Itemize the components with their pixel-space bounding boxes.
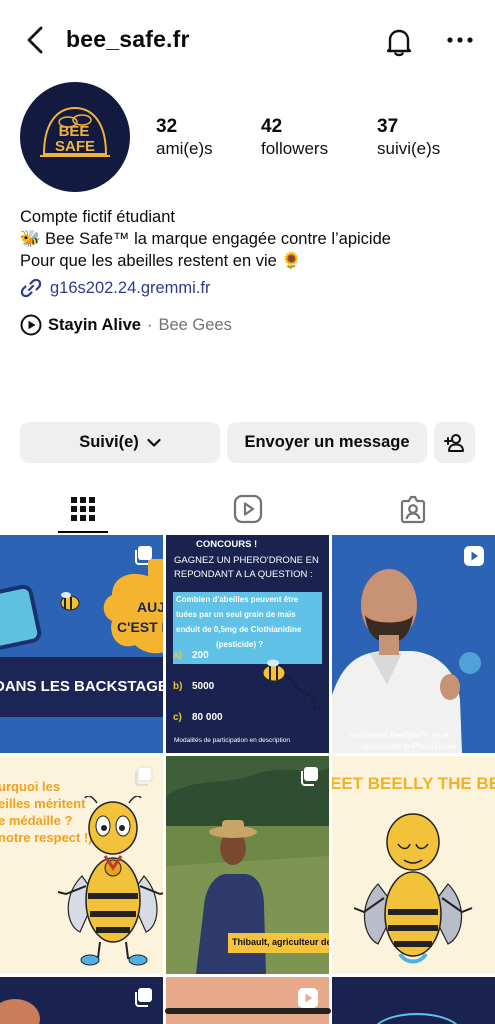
beelly-illustration — [353, 813, 473, 964]
post-tile[interactable]: Thibault, agriculteur depuis — [166, 756, 329, 974]
stat-followers[interactable]: 42 followers — [261, 116, 328, 160]
bee-illustration — [262, 659, 316, 712]
post-2-box1: Combien d'abeilles peuvent être — [176, 595, 299, 604]
reel-icon — [298, 988, 318, 1008]
home-indicator — [165, 1008, 331, 1014]
post-tile[interactable] — [0, 977, 163, 1024]
stat-following-value: 37 — [377, 116, 399, 137]
carousel-icon — [301, 767, 318, 786]
add-user-icon — [443, 433, 464, 452]
logo-text-bottom: SAFE — [55, 138, 95, 155]
tagged-icon — [400, 495, 425, 524]
following-button[interactable]: Suivi(e) — [20, 422, 220, 463]
following-button-label: Suivi(e) — [79, 433, 139, 451]
post-3-person — [332, 569, 481, 753]
tab-tagged[interactable] — [330, 484, 495, 534]
beelly-medal-illustration — [57, 796, 163, 966]
profile-music[interactable]: Stayin Alive · Bee Gees — [20, 313, 232, 337]
bell-icon — [386, 29, 412, 57]
post-2-title: CONCOURS ! — [196, 539, 258, 550]
carousel-icon — [135, 988, 152, 1007]
send-message-label: Envoyer un message — [244, 433, 410, 451]
post-6-title: EET BEELLY THE BE — [332, 774, 495, 793]
more-options-button[interactable] — [444, 26, 476, 54]
chevron-left-icon — [27, 26, 43, 54]
post-2-box3: enduit de 0,5mg de Clothianidine — [176, 625, 302, 634]
stat-friends-label: ami(e)s — [156, 139, 213, 158]
profile-tabs — [0, 484, 495, 534]
bee-safe-logo: BEE SAFE — [40, 106, 110, 157]
post-1-line2: C'EST M — [117, 619, 163, 635]
more-horizontal-icon — [447, 37, 473, 43]
post-1-illustration — [0, 559, 163, 717]
post-tile[interactable]: EET BEELLY THE BE — [332, 756, 495, 974]
post-9-shape — [372, 1013, 462, 1024]
bio-line: 🐝 Bee Safe™ la marque engagée contre l’a… — [20, 230, 391, 248]
stat-following[interactable]: 37 suivi(e)s — [377, 116, 440, 160]
post-2-opt-c: 80 000 — [192, 712, 223, 723]
post-tile[interactable]: urquoi les eilles méritent e médaille ? … — [0, 756, 163, 974]
stat-following-label: suivi(e)s — [377, 139, 441, 158]
profile-header: bee_safe.fr — [0, 0, 495, 80]
post-2-opt-a: 200 — [192, 650, 209, 661]
post-2-opt-c-letter: c) — [173, 712, 182, 723]
grid-icon — [70, 497, 95, 521]
post-4-line1: urquoi les — [0, 779, 61, 794]
music-title: Stayin Alive — [48, 315, 141, 334]
suggest-users-button[interactable] — [434, 422, 475, 463]
post-2-q2: REPONDANT A LA QUESTION : — [174, 569, 313, 580]
post-2-q1: GAGNEZ UN PHERO'DRONE EN — [174, 555, 319, 566]
back-button[interactable] — [20, 24, 50, 56]
music-artist: Bee Gees — [158, 315, 232, 334]
stat-followers-label: followers — [261, 139, 329, 158]
stat-followers-value: 42 — [261, 116, 283, 137]
post-2-opt-b-letter: b) — [173, 681, 183, 692]
link-icon — [20, 278, 42, 298]
post-tile[interactable]: CONCOURS ! GAGNEZ UN PHERO'DRONE EN REPO… — [166, 535, 329, 753]
post-3-caption1: en fondant BeeSafe™, et en — [350, 731, 451, 740]
post-2-footer: Modalités de participation en descriptio… — [174, 737, 290, 744]
bio-line: Pour que les abeilles restent en vie 🌻 — [20, 252, 302, 270]
post-1-line1: AUJ — [137, 599, 163, 615]
post-2-box4: (pesticide) ? — [216, 640, 264, 649]
post-tile[interactable]: en fondant BeeSafe™, et en conservant le… — [332, 535, 495, 753]
profile-link[interactable]: g16s202.24.gremmi.fr — [20, 276, 211, 300]
music-separator: · — [146, 315, 153, 334]
notifications-button[interactable] — [382, 24, 416, 58]
post-1-banner: DANS LES BACKSTAGE — [0, 678, 163, 695]
bio-line: Compte fictif étudiant — [20, 208, 175, 226]
send-message-button[interactable]: Envoyer un message — [227, 422, 427, 463]
post-tile[interactable]: AUJ C'EST M DANS LES BACKSTAGE — [0, 535, 163, 753]
post-3-caption2: conservant le Phéro'Drone — [362, 742, 457, 751]
post-5-caption: Thibault, agriculteur depuis — [232, 937, 329, 947]
stat-friends-value: 32 — [156, 116, 178, 137]
post-2-opt-b: 5000 — [192, 681, 215, 692]
profile-avatar[interactable]: BEE SAFE — [20, 82, 130, 192]
play-circle-icon — [20, 314, 42, 336]
active-tab-indicator — [58, 531, 108, 533]
post-tile[interactable] — [332, 977, 495, 1024]
reels-icon — [233, 494, 262, 524]
profile-link-text: g16s202.24.gremmi.fr — [50, 278, 211, 297]
profile-username: bee_safe.fr — [66, 26, 190, 52]
post-tile[interactable] — [166, 977, 329, 1024]
tab-reels[interactable] — [165, 484, 330, 534]
tab-posts[interactable] — [0, 484, 165, 534]
reel-icon — [464, 546, 484, 566]
stat-friends[interactable]: 32 ami(e)s — [156, 116, 213, 160]
post-2-box2: tuées par un seul grain de maïs — [176, 610, 296, 619]
chevron-down-icon — [147, 438, 161, 447]
carousel-icon — [135, 546, 152, 565]
profile-bio: Compte fictif étudiant 🐝 Bee Safe™ la ma… — [20, 206, 480, 272]
carousel-icon — [135, 766, 153, 786]
post-7-face — [0, 999, 40, 1024]
post-2-opt-a-letter: a) — [173, 650, 182, 661]
